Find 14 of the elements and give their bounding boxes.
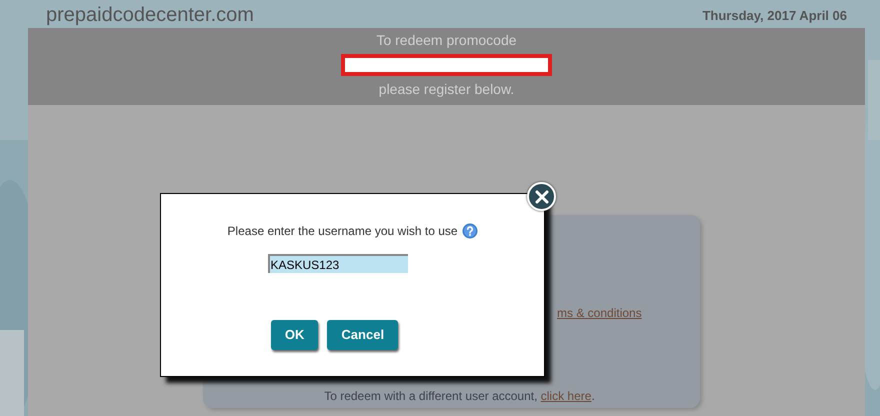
terms-link[interactable]: ms & conditions bbox=[557, 306, 642, 320]
username-prompt: Please enter the username you wish to use bbox=[227, 223, 458, 240]
different-account-text: To redeem with a different user account, click here. bbox=[323, 388, 596, 405]
help-icon[interactable] bbox=[462, 223, 478, 239]
click-here-link[interactable]: click here bbox=[540, 389, 592, 403]
promocode-field[interactable] bbox=[341, 54, 552, 76]
banner-heading: To redeem promocode bbox=[376, 31, 517, 49]
close-icon bbox=[534, 190, 548, 204]
date-label: Thursday, 2017 April 06 bbox=[702, 7, 847, 25]
banner-subheading: please register below. bbox=[378, 80, 514, 98]
ok-button[interactable]: OK bbox=[270, 320, 318, 350]
site-title: prepaidcodecenter.com bbox=[46, 3, 254, 28]
username-input[interactable]: KASKUS123 bbox=[268, 254, 408, 273]
cancel-button[interactable]: Cancel bbox=[327, 320, 398, 350]
